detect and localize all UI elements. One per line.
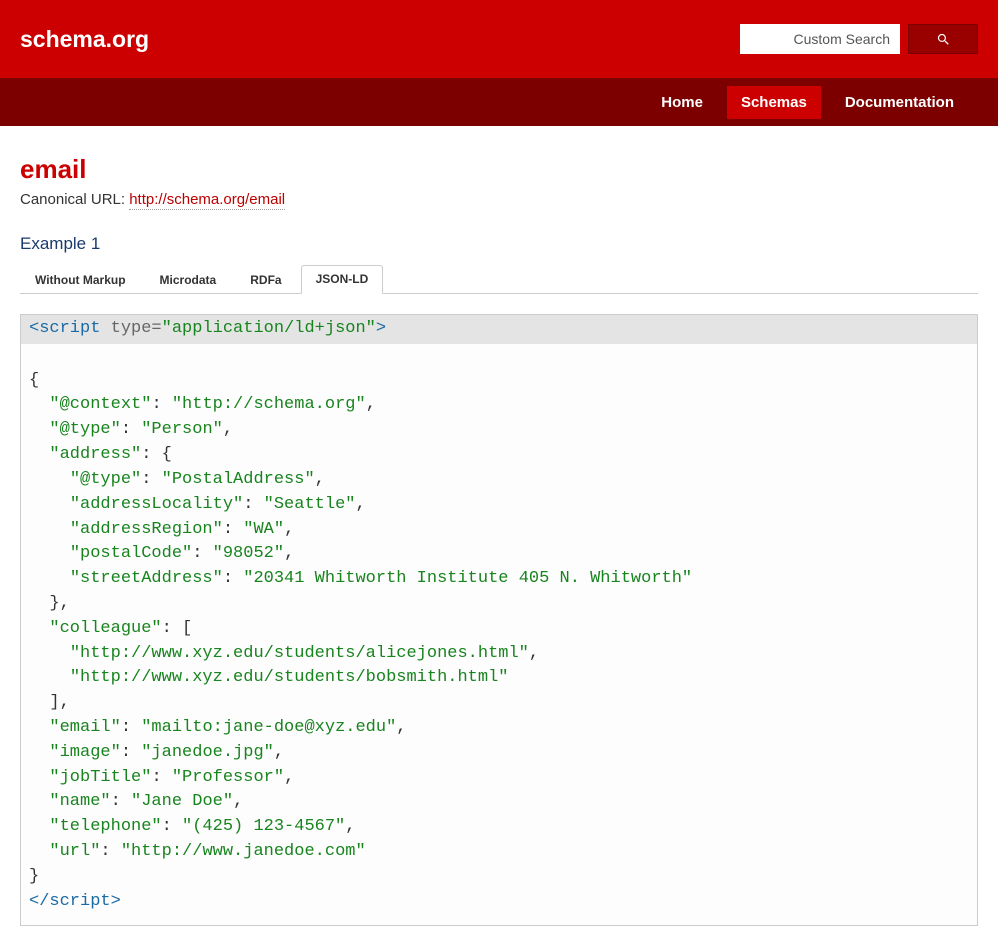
content-area: email Canonical URL: http://schema.org/e… bbox=[0, 126, 998, 946]
nav-documentation[interactable]: Documentation bbox=[831, 86, 968, 119]
example-tabs: Without Markup Microdata RDFa JSON-LD bbox=[20, 264, 978, 294]
nav-schemas[interactable]: Schemas bbox=[727, 86, 821, 119]
canonical-label: Canonical URL: bbox=[20, 191, 129, 208]
code-content: <script type="application/ld+json"> { "@… bbox=[21, 315, 977, 925]
site-logo[interactable]: schema.org bbox=[20, 26, 149, 53]
search-icon bbox=[936, 32, 951, 47]
tab-microdata[interactable]: Microdata bbox=[145, 266, 232, 294]
tab-jsonld[interactable]: JSON-LD bbox=[301, 265, 384, 294]
tab-without-markup[interactable]: Without Markup bbox=[20, 266, 141, 294]
page-title: email bbox=[20, 154, 978, 185]
top-banner: schema.org bbox=[0, 0, 998, 78]
nav-bar: Home Schemas Documentation bbox=[0, 78, 998, 126]
code-block: <script type="application/ld+json"> { "@… bbox=[20, 314, 978, 926]
search-input[interactable] bbox=[740, 24, 900, 54]
canonical-url-link[interactable]: http://schema.org/email bbox=[129, 191, 285, 210]
search-area bbox=[740, 24, 978, 54]
nav-home[interactable]: Home bbox=[647, 86, 717, 119]
example-heading: Example 1 bbox=[20, 234, 978, 254]
tab-rdfa[interactable]: RDFa bbox=[235, 266, 296, 294]
search-button[interactable] bbox=[908, 24, 978, 54]
canonical-url-line: Canonical URL: http://schema.org/email bbox=[20, 191, 978, 208]
